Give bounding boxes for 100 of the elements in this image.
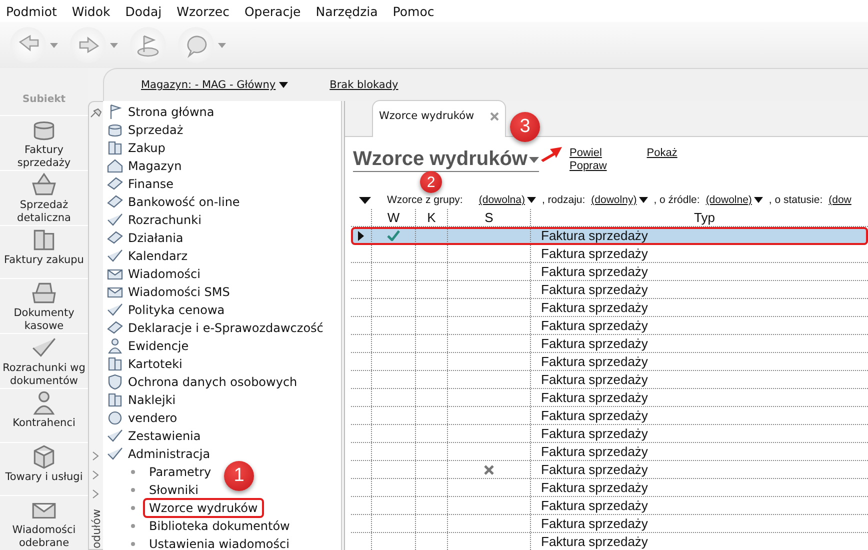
binder-icon bbox=[106, 139, 124, 157]
warehouse-dropdown[interactable]: Magazyn: - MAG - Główny bbox=[141, 79, 288, 91]
table-row[interactable]: Faktura sprzedaży bbox=[351, 407, 868, 425]
close-icon[interactable] bbox=[490, 112, 499, 120]
caret-icon[interactable] bbox=[110, 42, 118, 48]
table-cell-text: Faktura sprzedaży bbox=[540, 479, 649, 496]
tree-item[interactable]: Wiadomości bbox=[103, 265, 341, 283]
chevron-icon[interactable] bbox=[92, 470, 100, 480]
table-row[interactable]: Faktura sprzedaży bbox=[351, 317, 868, 335]
table-cell-text: Faktura sprzedaży bbox=[540, 497, 649, 514]
pointer-arrow bbox=[541, 146, 563, 162]
caret-icon[interactable] bbox=[218, 42, 226, 48]
table-cell-text: Faktura sprzedaży bbox=[540, 353, 649, 370]
table-row[interactable]: Faktura sprzedaży bbox=[351, 281, 868, 299]
menu-item[interactable]: Narzędzia bbox=[316, 4, 378, 18]
logo: Subiekt bbox=[22, 92, 66, 107]
tree-subitem[interactable]: Parametry bbox=[143, 462, 218, 482]
page-title[interactable]: Wzorce wydruków bbox=[353, 148, 540, 172]
tree-item[interactable]: Zakup bbox=[103, 139, 341, 157]
table-cell-text: Faktura sprzedaży bbox=[540, 227, 649, 244]
lock-link[interactable]: Brak blokady bbox=[330, 79, 398, 91]
tree-subitem[interactable]: Ustawienia wiadomości bbox=[143, 534, 296, 550]
action-link[interactable]: Popraw bbox=[569, 160, 607, 172]
cross-icon bbox=[484, 464, 494, 474]
tree-item[interactable]: Ewidencje bbox=[103, 337, 341, 355]
menu-item[interactable]: Dodaj bbox=[125, 4, 162, 18]
caret-icon bbox=[529, 156, 540, 162]
tree-item[interactable]: Rozrachunki bbox=[103, 211, 341, 229]
column-header[interactable]: W bbox=[372, 209, 416, 226]
table-cell-text: Faktura sprzedaży bbox=[540, 533, 649, 550]
caret-icon bbox=[754, 197, 763, 203]
table-row[interactable]: Faktura sprzedaży bbox=[351, 515, 868, 533]
tree-item[interactable]: Polityka cenowa bbox=[103, 301, 341, 319]
table-cell-text: Faktura sprzedaży bbox=[540, 443, 649, 460]
table-row[interactable]: Faktura sprzedaży bbox=[351, 353, 868, 371]
table-cell-text: Faktura sprzedaży bbox=[540, 515, 649, 532]
tree-subitem[interactable]: Wzorce wydruków bbox=[143, 498, 264, 518]
filter-dropdown[interactable]: (dowolne) bbox=[706, 194, 763, 206]
pin-icon[interactable] bbox=[90, 108, 102, 118]
tree-item[interactable]: Magazyn bbox=[103, 157, 341, 175]
tree-subitem[interactable]: Biblioteka dokumentów bbox=[143, 516, 296, 536]
table-cell-text: Faktura sprzedaży bbox=[540, 263, 649, 280]
table-cell-text: Faktura sprzedaży bbox=[540, 299, 649, 316]
chevron-icon[interactable] bbox=[92, 489, 100, 500]
menu-item[interactable]: Wzorzec bbox=[176, 4, 230, 18]
menu-item[interactable]: Operacje bbox=[244, 4, 301, 18]
menu-item[interactable]: Podmiot bbox=[6, 4, 57, 18]
tree-item[interactable]: Naklejki bbox=[103, 391, 341, 409]
tree-item[interactable]: vendero bbox=[103, 409, 341, 427]
table-row[interactable]: Faktura sprzedaży bbox=[351, 335, 868, 353]
column-header[interactable]: S bbox=[448, 209, 531, 226]
shield-icon bbox=[106, 373, 124, 391]
column-header[interactable]: Typ bbox=[531, 209, 868, 226]
filter-label: , o statusie: bbox=[768, 194, 823, 206]
tree-item[interactable]: Wiadomości SMS bbox=[103, 283, 341, 301]
table-row[interactable]: Faktura sprzedaży bbox=[351, 299, 868, 317]
action-link[interactable]: Pokaż bbox=[646, 147, 678, 159]
table-row[interactable]: Faktura sprzedaży bbox=[351, 227, 868, 245]
table-row[interactable]: Faktura sprzedaży bbox=[351, 479, 868, 497]
tree-item[interactable]: Strona główna bbox=[103, 103, 341, 121]
table-row[interactable]: Faktura sprzedaży bbox=[351, 389, 868, 407]
tree-item[interactable]: Bankowość on-line bbox=[103, 193, 341, 211]
tree-item[interactable]: Deklaracje i e-Sprawozdawczość bbox=[103, 319, 341, 337]
table-row[interactable]: Faktura sprzedaży bbox=[351, 533, 868, 550]
table-row[interactable]: Faktura sprzedaży bbox=[351, 497, 868, 515]
table-row[interactable]: Faktura sprzedaży bbox=[351, 443, 868, 461]
table-cell-text: Faktura sprzedaży bbox=[540, 425, 649, 442]
filter-label: Wzorce z grupy: bbox=[387, 194, 463, 206]
filter-dropdown[interactable]: (dowolny) bbox=[591, 194, 648, 206]
table-row[interactable]: Faktura sprzedaży bbox=[351, 371, 868, 389]
collapse-icon[interactable] bbox=[359, 196, 371, 204]
person-icon bbox=[106, 337, 124, 355]
caret-icon[interactable] bbox=[50, 42, 58, 48]
tree-item[interactable]: Finanse bbox=[103, 175, 341, 193]
document-tab[interactable]: Wzorce wydruków bbox=[372, 100, 506, 137]
filter-dropdown[interactable]: (dowolna) bbox=[478, 194, 536, 206]
table-cell-text: Faktura sprzedaży bbox=[540, 461, 649, 478]
modules-label: odułów bbox=[90, 509, 102, 549]
tree-item[interactable]: Sprzedaż bbox=[103, 121, 341, 139]
tree-item[interactable]: Administracja bbox=[103, 445, 341, 463]
tree-item[interactable]: Kalendarz bbox=[103, 247, 341, 265]
menu-item[interactable]: Pomoc bbox=[392, 4, 434, 18]
tree-subitem[interactable]: Słowniki bbox=[143, 480, 204, 500]
tree-item[interactable]: Działania bbox=[103, 229, 341, 247]
table-cell-text: Faktura sprzedaży bbox=[540, 317, 649, 334]
ring-icon bbox=[106, 409, 124, 427]
table-row[interactable]: Faktura sprzedaży bbox=[351, 263, 868, 281]
tree-item[interactable]: Kartoteki bbox=[103, 355, 341, 373]
table-row[interactable]: Faktura sprzedaży bbox=[351, 461, 868, 479]
tree-item[interactable]: Zestawienia bbox=[103, 427, 341, 445]
table-row[interactable]: Faktura sprzedaży bbox=[351, 425, 868, 443]
table-cell-text: Faktura sprzedaży bbox=[540, 281, 649, 298]
filter-dropdown[interactable]: (dow bbox=[828, 194, 852, 206]
action-link[interactable]: Powiel bbox=[569, 147, 607, 159]
table-cell-text: Faktura sprzedaży bbox=[540, 371, 649, 388]
column-header[interactable]: K bbox=[416, 209, 448, 226]
table-row[interactable]: Faktura sprzedaży bbox=[351, 245, 868, 263]
menu-item[interactable]: Widok bbox=[72, 4, 110, 18]
chevron-icon[interactable] bbox=[92, 451, 100, 462]
tree-item[interactable]: Ochrona danych osobowych bbox=[103, 373, 341, 391]
